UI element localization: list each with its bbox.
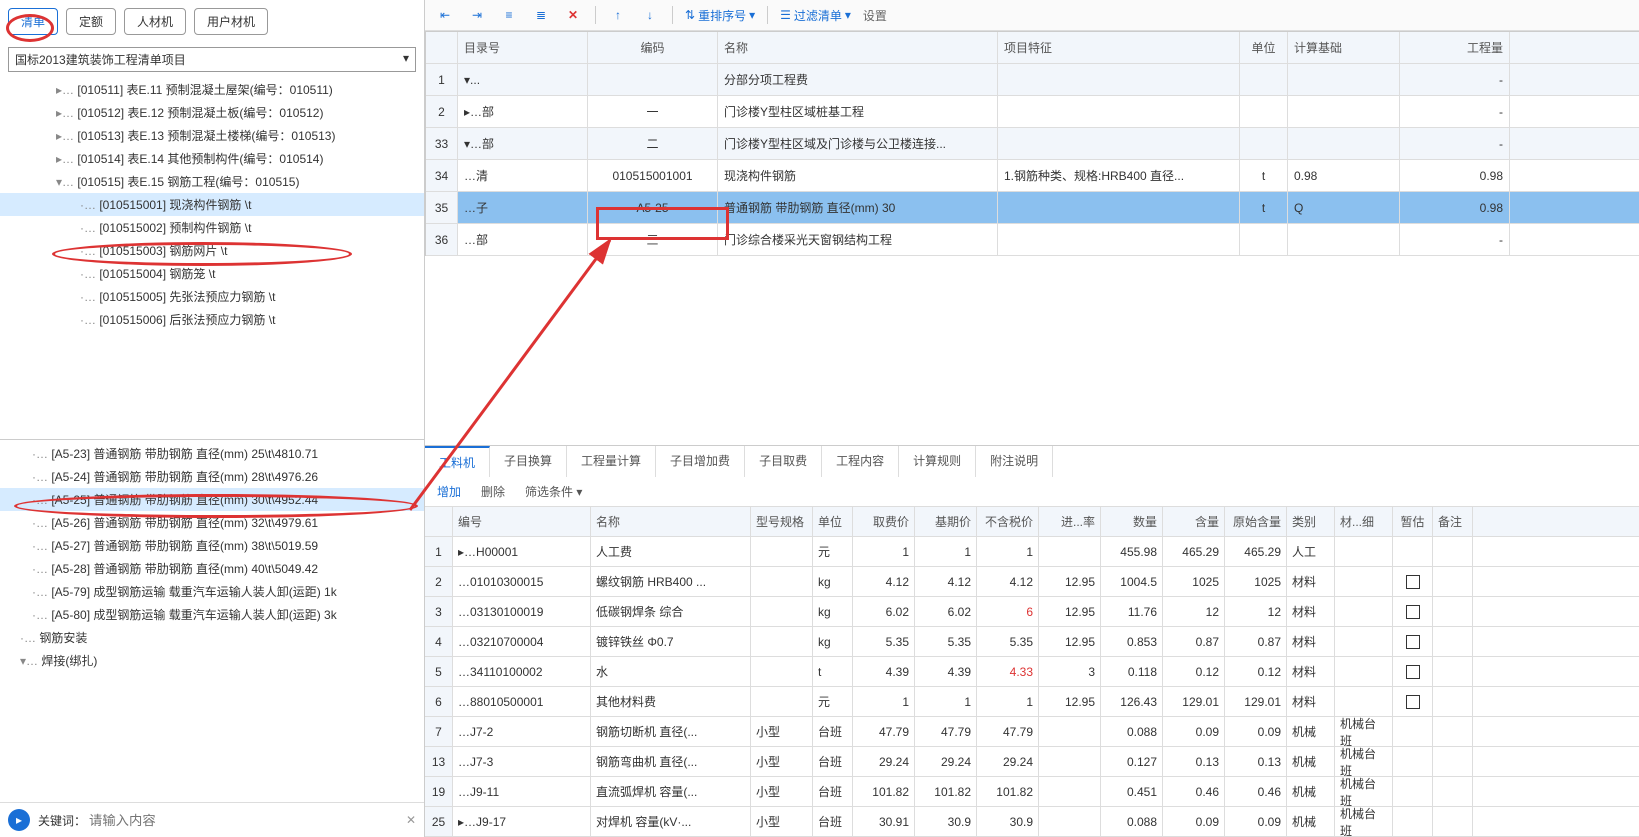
detail-col: 备注 — [1433, 507, 1473, 536]
sub-tab[interactable]: 子目取费 — [745, 446, 822, 477]
delete-button[interactable]: 删除 — [481, 483, 505, 500]
detail-row[interactable]: 19…J9-11直流弧焊机 容量(...小型台班101.82101.82101.… — [425, 777, 1639, 807]
col-num — [426, 32, 458, 63]
col-unit: 单位 — [1240, 32, 1288, 63]
item-tree[interactable]: ·… [A5-23] 普通钢筋 带肋钢筋 直径(mm) 25\t\4810.71… — [0, 439, 424, 803]
left-tabs: 清单 定额 人材机 用户材机 — [0, 0, 424, 43]
tree-node[interactable]: ·… [010515002] 预制构件钢筋 \t — [0, 216, 424, 239]
tree-node[interactable]: ▾… 焊接(绑扎) — [0, 649, 424, 672]
detail-row[interactable]: 7…J7-2钢筋切断机 直径(...小型台班47.7947.7947.790.0… — [425, 717, 1639, 747]
indent-right-icon[interactable]: ⇥ — [467, 6, 487, 24]
tab-quota[interactable]: 定额 — [66, 8, 116, 35]
tab-list[interactable]: 清单 — [8, 8, 58, 35]
detail-row[interactable]: 2…01010300015螺纹钢筋 HRB400 ...kg4.124.124.… — [425, 567, 1639, 597]
sub-tab[interactable]: 工料机 — [425, 446, 490, 477]
tree-node[interactable]: ▸… [010511] 表E.11 预制混凝土屋架(编号：010511) — [0, 78, 424, 101]
detail-col: 类别 — [1287, 507, 1335, 536]
detail-row[interactable]: 4…03210700004镀锌铁丝 Φ0.7kg5.355.355.3512.9… — [425, 627, 1639, 657]
tree-node[interactable]: ·… 钢筋安装 — [0, 626, 424, 649]
sub-tab[interactable]: 计算规则 — [899, 446, 976, 477]
detail-row[interactable]: 25▸…J9-17对焊机 容量(kV·...小型台班30.9130.930.90… — [425, 807, 1639, 837]
reorder-button[interactable]: ⇅重排序号 ▾ — [685, 7, 755, 24]
move-down-icon[interactable]: ↓ — [640, 6, 660, 24]
tab-labor[interactable]: 人材机 — [124, 8, 186, 35]
sub-tab[interactable]: 子目换算 — [490, 446, 567, 477]
detail-col: 材...细 — [1335, 507, 1393, 536]
tree-node[interactable]: ·… [A5-25] 普通钢筋 带肋钢筋 直径(mm) 30\t\4952.44 — [0, 488, 424, 511]
align-icon[interactable]: ≡ — [499, 6, 519, 24]
tree-node[interactable]: ·… [010515005] 先张法预应力钢筋 \t — [0, 285, 424, 308]
tree-node[interactable]: ·… [010515003] 钢筋网片 \t — [0, 239, 424, 262]
standard-dropdown[interactable]: 国标2013建筑装饰工程清单项目 — [8, 47, 416, 72]
detail-col: 含量 — [1163, 507, 1225, 536]
delete-icon[interactable]: ✕ — [563, 6, 583, 24]
detail-col: 名称 — [591, 507, 751, 536]
tree-node[interactable]: ·… [A5-80] 成型钢筋运输 载重汽车运输人装人卸(运距) 3k — [0, 603, 424, 626]
col-base: 计算基础 — [1288, 32, 1400, 63]
tree-node[interactable]: ·… [A5-26] 普通钢筋 带肋钢筋 直径(mm) 32\t\4979.61 — [0, 511, 424, 534]
tree-node[interactable]: ▾… [010515] 表E.15 钢筋工程(编号：010515) — [0, 170, 424, 193]
tree-node[interactable]: ·… [010515006] 后张法预应力钢筋 \t — [0, 308, 424, 331]
tree-node[interactable]: ▸… [010512] 表E.12 预制混凝土板(编号：010512) — [0, 101, 424, 124]
col-qty: 工程量 — [1400, 32, 1510, 63]
filter-dropdown[interactable]: 筛选条件 ▾ — [525, 483, 582, 500]
col-name: 名称 — [718, 32, 998, 63]
detail-col: 暂估 — [1393, 507, 1433, 536]
move-up-icon[interactable]: ↑ — [608, 6, 628, 24]
col-feat: 项目特征 — [998, 32, 1240, 63]
category-tree[interactable]: ▸… [010511] 表E.11 预制混凝土屋架(编号：010511)▸… [… — [0, 76, 424, 439]
detail-col: 数量 — [1101, 507, 1163, 536]
table-row[interactable]: 1▾...分部分项工程费- — [426, 64, 1639, 96]
detail-col: 型号规格 — [751, 507, 813, 536]
tree-node[interactable]: ▸… [010513] 表E.13 预制混凝土楼梯(编号：010513) — [0, 124, 424, 147]
sub-tab[interactable]: 工程内容 — [822, 446, 899, 477]
detail-table: 编号名称型号规格单位取费价基期价不含税价进...率数量含量原始含量类别材...细… — [425, 507, 1639, 837]
detail-col: 单位 — [813, 507, 853, 536]
detail-col: 编号 — [453, 507, 591, 536]
sub-tab[interactable]: 工程量计算 — [567, 446, 656, 477]
main-table: 目录号 编码 名称 项目特征 单位 计算基础 工程量 1▾...分部分项工程费-… — [425, 31, 1639, 256]
detail-col: 进...率 — [1039, 507, 1101, 536]
tree-node[interactable]: ▸… [010514] 表E.14 其他预制构件(编号：010514) — [0, 147, 424, 170]
keyword-label: 关键词： — [38, 812, 86, 829]
table-row[interactable]: 34…清010515001001现浇构件钢筋1.钢筋种类、规格:HRB400 直… — [426, 160, 1639, 192]
tree-node[interactable]: ·… [010515001] 现浇构件钢筋 \t — [0, 193, 424, 216]
table-row[interactable]: 36…部三门诊综合楼采光天窗钢结构工程- — [426, 224, 1639, 256]
sub-tabs: 工料机子目换算工程量计算子目增加费子目取费工程内容计算规则附注说明 — [425, 445, 1639, 477]
detail-row[interactable]: 13…J7-3钢筋弯曲机 直径(...小型台班29.2429.2429.240.… — [425, 747, 1639, 777]
detail-row[interactable]: 6…88010500001其他材料费元11112.95126.43129.011… — [425, 687, 1639, 717]
tree-node[interactable]: ·… [A5-79] 成型钢筋运输 载重汽车运输人装人卸(运距) 1k — [0, 580, 424, 603]
col-code: 编码 — [588, 32, 718, 63]
main-toolbar: ⇤ ⇥ ≡ ≣ ✕ ↑ ↓ ⇅重排序号 ▾ ☰过滤清单 ▾ 设置 — [425, 0, 1639, 31]
tree-node[interactable]: ·… [A5-24] 普通钢筋 带肋钢筋 直径(mm) 28\t\4976.26 — [0, 465, 424, 488]
col-dir: 目录号 — [458, 32, 588, 63]
filter-button[interactable]: ☰过滤清单 ▾ — [780, 7, 851, 24]
indent-left-icon[interactable]: ⇤ — [435, 6, 455, 24]
table-row[interactable]: 2▸…部一门诊楼Y型柱区域桩基工程- — [426, 96, 1639, 128]
keyword-clear-icon[interactable]: ✕ — [406, 813, 416, 827]
tree-node[interactable]: ·… [010515004] 钢筋笼 \t — [0, 262, 424, 285]
tree-node[interactable]: ·… [A5-27] 普通钢筋 带肋钢筋 直径(mm) 38\t\5019.59 — [0, 534, 424, 557]
settings-button[interactable]: 设置 — [863, 7, 887, 24]
table-row[interactable]: 35…子A5-25普通钢筋 带肋钢筋 直径(mm) 30tQ0.98 — [426, 192, 1639, 224]
keyword-input[interactable] — [86, 810, 400, 831]
detail-col — [425, 507, 453, 536]
detail-row[interactable]: 5…34110100002水t4.394.394.3330.1180.120.1… — [425, 657, 1639, 687]
detail-row[interactable]: 3…03130100019低碳钢焊条 综合kg6.026.02612.9511.… — [425, 597, 1639, 627]
align2-icon[interactable]: ≣ — [531, 6, 551, 24]
tree-node[interactable]: ·… [A5-23] 普通钢筋 带肋钢筋 直径(mm) 25\t\4810.71 — [0, 442, 424, 465]
tab-user[interactable]: 用户材机 — [194, 8, 268, 35]
detail-col: 取费价 — [853, 507, 915, 536]
detail-row[interactable]: 1▸…H00001人工费元111455.98465.29465.29人工 — [425, 537, 1639, 567]
sub-tab[interactable]: 子目增加费 — [656, 446, 745, 477]
add-button[interactable]: 增加 — [437, 483, 461, 500]
detail-col: 基期价 — [915, 507, 977, 536]
detail-col: 不含税价 — [977, 507, 1039, 536]
keyword-toggle-icon[interactable]: ▸ — [8, 809, 30, 831]
table-row[interactable]: 33▾…部二门诊楼Y型柱区域及门诊楼与公卫楼连接...- — [426, 128, 1639, 160]
sub-tab[interactable]: 附注说明 — [976, 446, 1053, 477]
tree-node[interactable]: ·… [A5-28] 普通钢筋 带肋钢筋 直径(mm) 40\t\5049.42 — [0, 557, 424, 580]
detail-col: 原始含量 — [1225, 507, 1287, 536]
